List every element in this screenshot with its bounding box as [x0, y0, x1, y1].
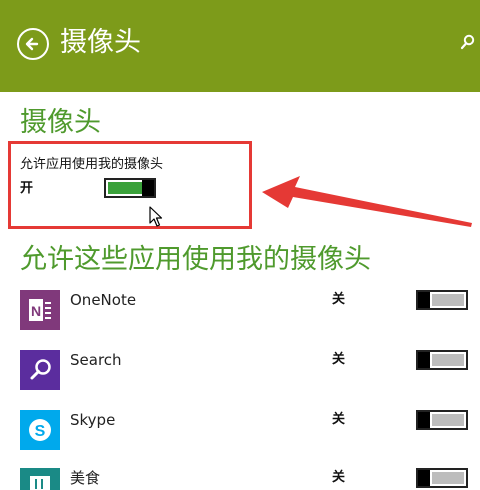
annotation-arrow-icon	[262, 176, 472, 227]
app-name: 美食	[70, 469, 101, 487]
app-toggle-skype[interactable]	[416, 410, 468, 430]
section-title: 摄像头	[20, 107, 101, 138]
camera-permission-state: 开	[20, 181, 34, 196]
search-icon	[460, 34, 475, 50]
list-item: Search 关	[0, 350, 480, 394]
app-state: 关	[332, 292, 346, 307]
app-name: OneNote	[70, 291, 137, 309]
toggle-track	[432, 294, 464, 306]
toggle-thumb[interactable]	[142, 180, 154, 196]
back-button[interactable]	[17, 28, 49, 60]
toggle-thumb[interactable]	[418, 412, 430, 428]
skype-icon: S	[20, 410, 60, 450]
header-bar: 摄像头	[0, 0, 480, 92]
app-toggle-food[interactable]	[416, 468, 468, 488]
back-arrow-icon	[25, 37, 39, 51]
list-item: S Skype 关	[0, 410, 480, 454]
camera-permission-label: 允许应用使用我的摄像头	[20, 157, 164, 172]
list-item: 美食 关	[0, 468, 480, 490]
app-name: Search	[70, 351, 122, 369]
list-item: N OneNote 关	[0, 290, 480, 334]
svg-text:S: S	[35, 423, 46, 440]
toggle-track	[432, 472, 464, 484]
page-title: 摄像头	[60, 27, 141, 58]
toggle-fill	[108, 182, 142, 194]
search-app-icon	[20, 350, 60, 390]
search-button[interactable]	[460, 34, 476, 52]
camera-permission-toggle[interactable]	[104, 178, 156, 198]
app-list-title: 允许这些应用使用我的摄像头	[20, 244, 371, 275]
toggle-thumb[interactable]	[418, 292, 430, 308]
app-toggle-search[interactable]	[416, 350, 468, 370]
onenote-icon: N	[20, 290, 60, 330]
toggle-track	[432, 354, 464, 366]
svg-text:N: N	[31, 303, 41, 319]
app-state: 关	[332, 352, 346, 367]
toggle-thumb[interactable]	[418, 352, 430, 368]
toggle-track	[432, 414, 464, 426]
app-toggle-onenote[interactable]	[416, 290, 468, 310]
app-name: Skype	[70, 411, 116, 429]
app-state: 关	[332, 470, 346, 485]
app-state: 关	[332, 412, 346, 427]
food-icon	[20, 468, 60, 490]
toggle-thumb[interactable]	[418, 470, 430, 486]
mouse-cursor-icon	[149, 206, 163, 227]
